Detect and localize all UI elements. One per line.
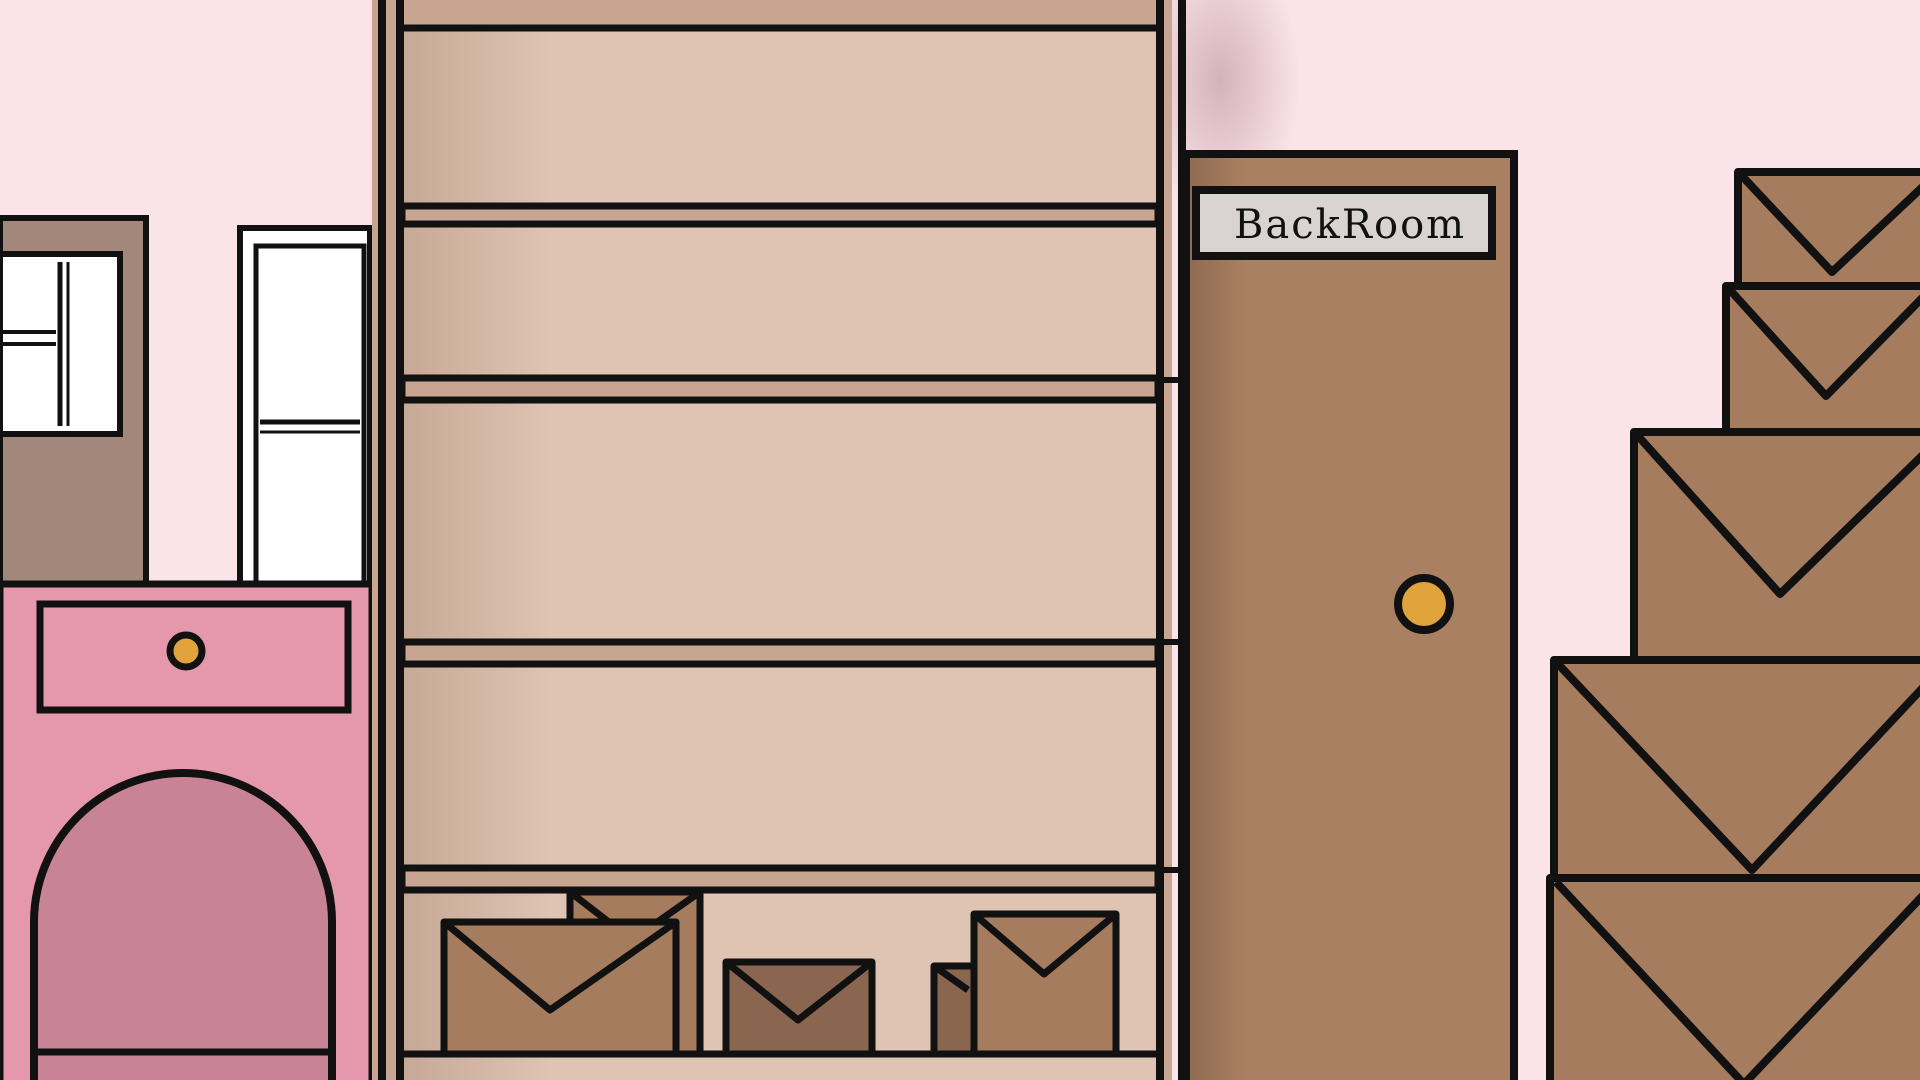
stack-box-bottom[interactable] bbox=[1546, 874, 1920, 1080]
left-window-wall bbox=[0, 215, 149, 587]
box-large[interactable] bbox=[440, 918, 680, 1058]
box-medium[interactable] bbox=[970, 910, 1120, 1058]
stack-box-middle[interactable] bbox=[1630, 428, 1920, 664]
door-sign-text: BackRoom bbox=[1234, 202, 1466, 248]
pink-cabinet bbox=[0, 580, 376, 1080]
stack-box-large[interactable] bbox=[1550, 656, 1920, 882]
arch-opening[interactable] bbox=[30, 769, 336, 1080]
door-sign: BackRoom bbox=[1192, 186, 1496, 260]
box-small[interactable] bbox=[722, 958, 876, 1058]
backroom-door[interactable]: BackRoom bbox=[1182, 150, 1518, 1080]
drawer-knob-icon[interactable] bbox=[166, 631, 206, 671]
door-knob-icon[interactable] bbox=[1394, 574, 1454, 634]
stack-box-top[interactable] bbox=[1734, 168, 1920, 290]
tall-white-window bbox=[237, 225, 373, 587]
stack-box-upper[interactable] bbox=[1722, 282, 1920, 436]
game-scene: BackRoom bbox=[0, 0, 1920, 1080]
